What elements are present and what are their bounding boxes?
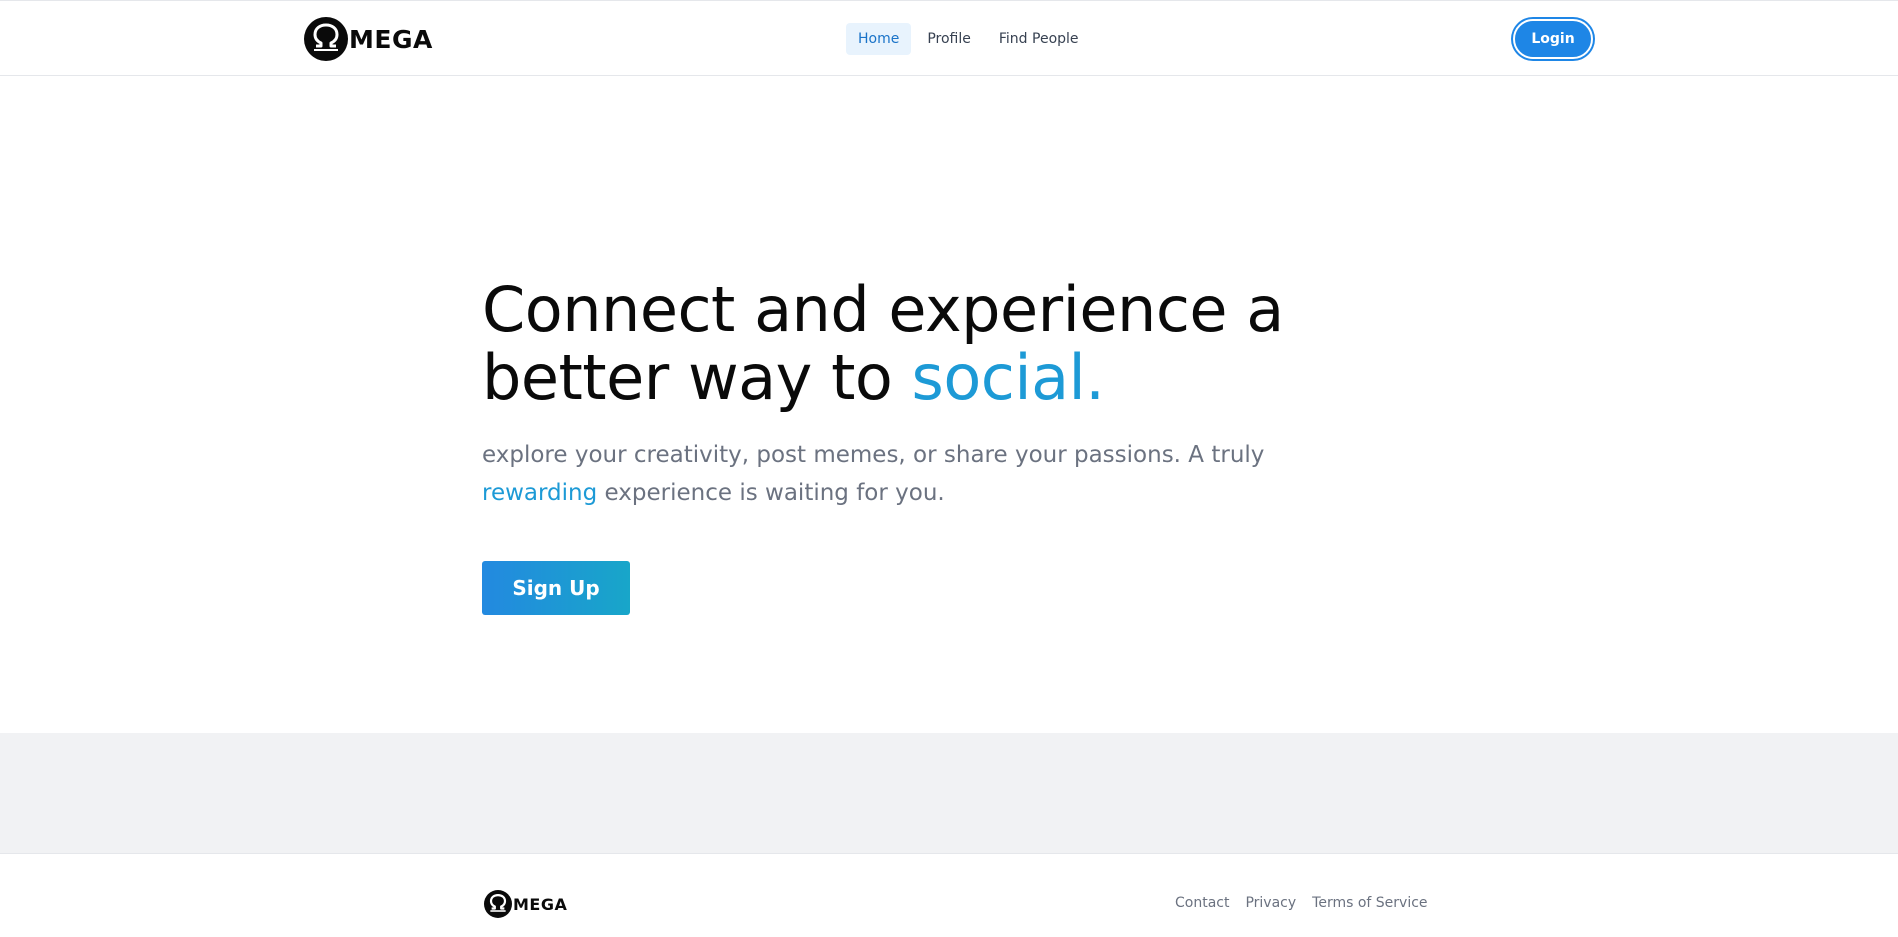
hero-title-line2: better way to [482,341,912,414]
hero-title-line1: Connect and experience a [482,273,1284,346]
hero-title: Connect and experience a better way to s… [482,276,1402,412]
hero-subtitle-text: explore your creativity, post memes, or … [482,442,1265,468]
footer: MEGA Contact Privacy Terms of Service [0,855,1898,937]
main-nav: Home Profile Find People [846,23,1095,55]
content-band [0,733,1898,854]
footer-link-terms[interactable]: Terms of Service [1312,895,1427,911]
footer-brand-logo[interactable]: MEGA [484,890,567,918]
hero-title-accent: social. [911,341,1105,414]
omega-icon [304,17,348,61]
footer-links: Contact Privacy Terms of Service [1175,895,1444,911]
omega-icon [484,890,512,918]
footer-link-contact[interactable]: Contact [1175,895,1229,911]
top-navbar: MEGA Home Profile Find People Login [0,0,1898,76]
brand-name: MEGA [349,24,433,54]
login-button[interactable]: Login [1513,19,1593,59]
nav-item-find-people[interactable]: Find People [987,23,1091,55]
hero-subtitle: explore your creativity, post memes, or … [482,436,1382,512]
footer-brand-name: MEGA [513,894,568,914]
hero-subtitle-text-end: experience is waiting for you. [597,480,945,506]
brand-logo[interactable]: MEGA [304,17,433,61]
hero-subtitle-accent: rewarding [482,480,598,506]
nav-item-home[interactable]: Home [846,23,912,55]
hero-section: Connect and experience a better way to s… [482,276,1402,615]
signup-button[interactable]: Sign Up [482,561,630,615]
footer-link-privacy[interactable]: Privacy [1245,895,1296,911]
nav-item-profile[interactable]: Profile [915,23,983,55]
